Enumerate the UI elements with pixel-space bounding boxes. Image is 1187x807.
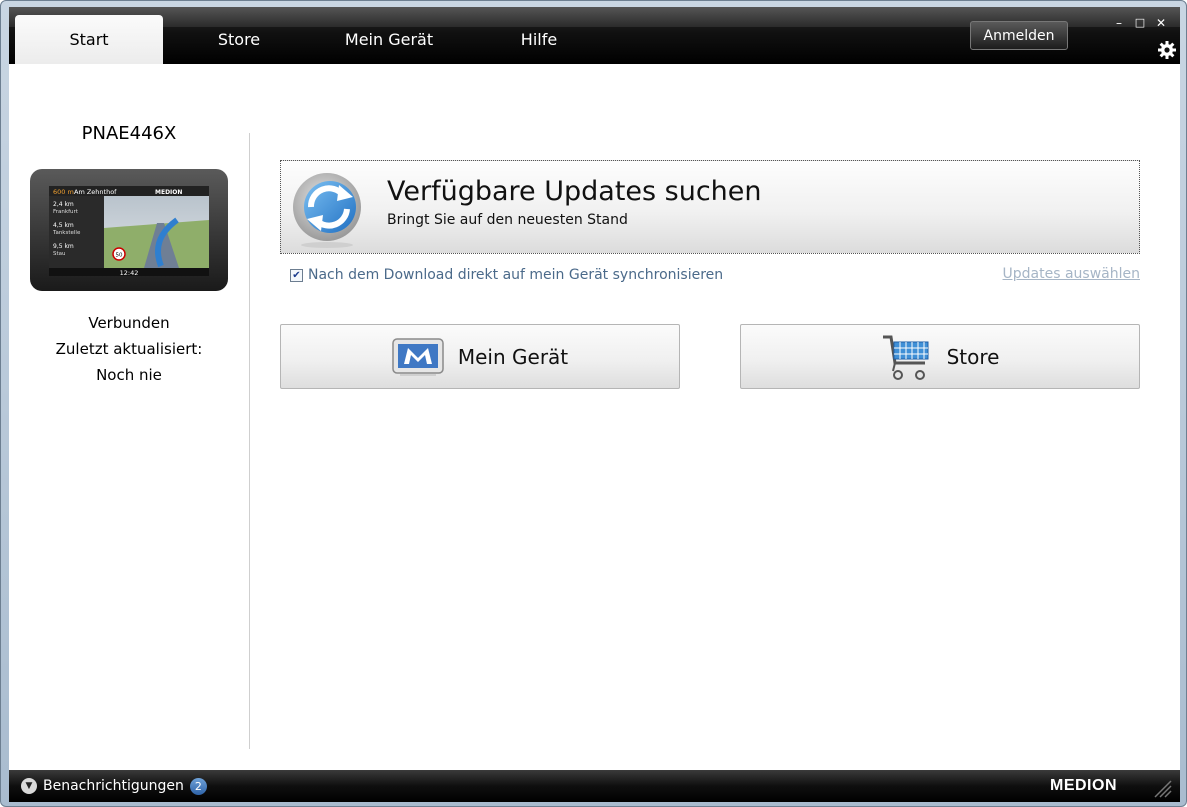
sync-label[interactable]: Nach dem Download direkt auf mein Gerät …: [308, 267, 723, 283]
bottom-status-bar: ▼ Benachrichtigungen 2 MEDION: [9, 770, 1180, 802]
tab-start[interactable]: Start: [15, 15, 163, 64]
notifications-toggle[interactable]: ▼ Benachrichtigungen 2: [21, 776, 207, 796]
close-button[interactable]: ✕: [1153, 15, 1169, 31]
app-window: Start Store Mein Gerät Hilfe Anmelden – …: [0, 0, 1187, 807]
device-route-3-name: Stau: [53, 251, 66, 257]
login-button[interactable]: Anmelden: [970, 21, 1068, 50]
store-label: Store: [946, 344, 1000, 369]
notifications-label: Benachrichtigungen: [43, 778, 184, 794]
device-route-2-name: Tankstelle: [52, 230, 81, 236]
app-frame: Start Store Mein Gerät Hilfe Anmelden – …: [9, 7, 1180, 802]
device-speed-limit: 50: [116, 253, 123, 259]
tab-mein-geraet[interactable]: Mein Gerät: [324, 15, 454, 64]
device-icon: [392, 337, 444, 376]
my-device-button[interactable]: Mein Gerät: [280, 324, 680, 389]
notifications-count-badge: 2: [189, 777, 207, 795]
device-route-1-distance: 2,4 km: [53, 201, 74, 208]
device-screen-time: 12:42: [120, 269, 139, 277]
navigation-device-image: 600 m Am Zehnthof MEDION 2,4 km Frankfur…: [30, 169, 228, 291]
device-route-3-distance: 9,5 km: [53, 243, 74, 250]
refresh-icon: [293, 173, 361, 248]
tab-hilfe[interactable]: Hilfe: [484, 15, 594, 64]
sync-option-row: ✔ Nach dem Download direkt auf mein Gerä…: [290, 266, 723, 284]
gear-icon[interactable]: [1157, 40, 1177, 60]
chevron-down-icon: ▼: [21, 778, 37, 794]
tab-store[interactable]: Store: [179, 15, 299, 64]
device-name: PNAE446X: [81, 123, 177, 144]
maximize-button[interactable]: □: [1132, 15, 1148, 31]
device-route-1-name: Frankfurt: [53, 209, 79, 215]
last-updated-label: Zuletzt aktualisiert:: [55, 340, 203, 358]
resize-grip-icon[interactable]: [1149, 776, 1173, 798]
my-device-label: Mein Gerät: [457, 344, 569, 369]
update-title: Verfügbare Updates suchen: [387, 176, 762, 207]
store-button[interactable]: Store: [740, 324, 1140, 389]
update-subtitle: Bringt Sie auf den neuesten Stand: [387, 212, 628, 228]
top-navigation-bar: Start Store Mein Gerät Hilfe Anmelden – …: [9, 7, 1180, 64]
device-status: Verbunden: [88, 314, 170, 332]
device-screen-street: Am Zehnthof: [74, 188, 117, 196]
device-screen-brand: MEDION: [155, 189, 182, 196]
minimize-button[interactable]: –: [1111, 15, 1127, 31]
device-screen-distance: 600 m: [53, 188, 74, 196]
medion-logo: MEDION: [1050, 777, 1117, 794]
sync-checkbox[interactable]: ✔: [290, 268, 303, 282]
shopping-cart-icon: [882, 335, 929, 380]
panel-divider: [249, 133, 250, 749]
select-updates-link[interactable]: Updates auswählen: [1003, 266, 1140, 282]
device-route-2-distance: 4,5 km: [53, 222, 74, 229]
search-updates-button[interactable]: Verfügbare Updates suchen Bringt Sie auf…: [280, 160, 1140, 254]
last-updated-value: Noch nie: [96, 366, 162, 384]
